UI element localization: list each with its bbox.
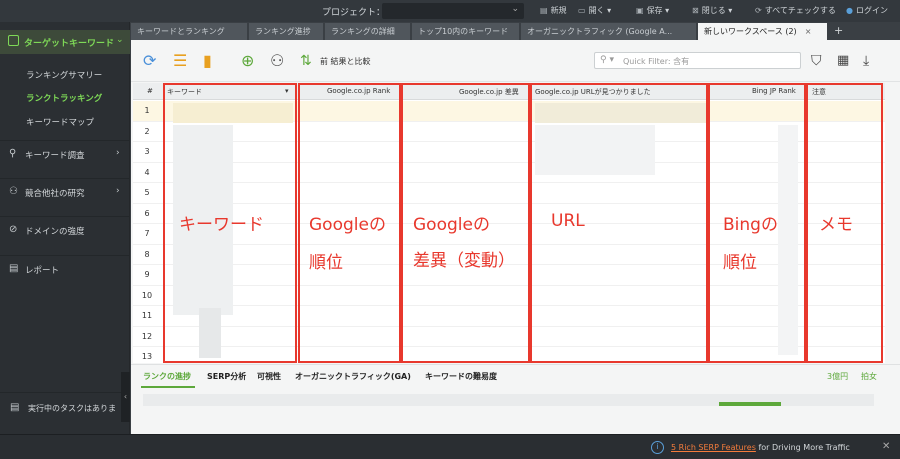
columns-icon[interactable]: ▦ — [837, 52, 849, 70]
login-button[interactable]: ● ログイン — [846, 5, 888, 16]
people-icon: ⚇ — [9, 186, 18, 197]
row-number: 4 — [144, 167, 150, 177]
refresh-icon[interactable]: ⟳ — [143, 52, 156, 70]
bottom-tabs: ランクの進捗 SERP分析 可視性 オーガニックトラフィック(GA) キーワード… — [131, 364, 900, 388]
btab-serp-analysis[interactable]: SERP分析 — [207, 371, 246, 382]
target-icon — [8, 35, 19, 46]
annotation-bing-text: Bingの — [723, 215, 778, 235]
sidebar-item-keyword-map[interactable]: キーワードマップ — [26, 116, 94, 128]
row-number: 9 — [144, 270, 150, 279]
compare-icon[interactable]: ⇅ — [300, 52, 312, 70]
list-icon[interactable]: ☰ — [173, 52, 187, 70]
bottom-right-label: 拍女 — [861, 372, 877, 381]
sidebar-item-domain-strength[interactable]: ⊘ ドメインの強度 — [0, 216, 130, 242]
sidebar-header-target-keywords[interactable]: ターゲットキーワード ⌄ — [0, 30, 130, 54]
new-file-icon: ▤ — [540, 6, 548, 15]
sidebar-item-competitor-research[interactable]: ⚇ 競合他社の研究 › — [0, 178, 130, 204]
annotation-google-rank-text: Googleの — [309, 215, 386, 235]
progress-fill — [719, 402, 781, 406]
row-number: 11 — [141, 311, 153, 320]
row-number: 6 — [144, 208, 150, 218]
row-number: 12 — [141, 331, 153, 341]
refresh-icon: ⟳ — [755, 6, 762, 15]
sidebar-item-rank-tracking[interactable]: ランクトラッキング — [26, 92, 102, 104]
row-number: 10 — [141, 290, 153, 300]
project-select[interactable]: ⌄ — [382, 3, 524, 19]
report-icon: ▤ — [9, 263, 19, 274]
annotation-keyword-text: キーワード — [179, 215, 264, 235]
bottom-right-value: 3億円 — [827, 372, 849, 381]
chevron-right-icon: › — [116, 186, 120, 196]
tab-organic-traffic[interactable]: オーガニックトラフィック (Google A... — [521, 23, 697, 40]
save-button[interactable]: ▣ 保存 ▾ — [636, 5, 669, 16]
close-icon: ⊠ — [692, 6, 699, 15]
sidebar-item-ranking-summary[interactable]: ランキングサマリー — [26, 69, 102, 81]
status-message: 5 Rich SERP Features for Driving More Tr… — [671, 443, 850, 452]
toolbar: ⟳ ☰ ▮ ⊕ ⚇ ⇅ 前 結果と比較 ⚲ ▾ Quick Filter: 含有… — [131, 40, 900, 82]
sidebar-item-reports[interactable]: ▤ レポート — [0, 255, 130, 281]
running-tasks[interactable]: ▤ 実行中のタスクはありま — [0, 392, 130, 422]
close-icon[interactable]: × — [805, 27, 812, 36]
close-button[interactable]: ⊠ 閉じる ▾ — [692, 5, 732, 16]
row-number: 13 — [141, 352, 153, 361]
new-button[interactable]: ▤ 新規 — [540, 5, 567, 16]
row-number: 5 — [144, 188, 150, 197]
add-icon[interactable]: ⊕ — [241, 52, 254, 70]
sidebar: ターゲットキーワード ⌄ ランキングサマリー ランクトラッキング キーワードマッ… — [0, 22, 130, 434]
tab-keywords-ranking[interactable]: キーワードとランキング — [131, 23, 248, 40]
row-number: 2 — [144, 126, 150, 136]
row-number: 7 — [144, 229, 150, 238]
btab-rank-progress[interactable]: ランクの進捗 — [143, 371, 191, 382]
btab-visibility[interactable]: 可視性 — [257, 371, 281, 382]
annotation-google-diff-text-2: 差異（変動） — [413, 251, 515, 271]
open-button[interactable]: ▭ 開く ▾ — [578, 5, 611, 16]
sidebar-collapse-handle[interactable]: ‹ — [121, 372, 130, 422]
chevron-down-icon: ⌄ — [511, 4, 519, 14]
bar-chart-icon[interactable]: ▮ — [203, 52, 212, 70]
project-label: プロジェクト： — [322, 8, 386, 18]
rich-serp-link[interactable]: 5 Rich SERP Features — [671, 443, 756, 452]
annotation-google-diff-text: Googleの — [413, 215, 490, 235]
folder-icon: ▭ — [578, 6, 586, 15]
search-icon: ⚲ — [9, 148, 17, 159]
top-bar: プロジェクト： ⌄ ▤ 新規 ▭ 開く ▾ ▣ 保存 ▾ ⊠ 閉じる ▾ ⟳ すべてチェッ… — [0, 0, 900, 22]
col-num: # — [147, 87, 153, 95]
main-panel: ⟳ ☰ ▮ ⊕ ⚇ ⇅ 前 結果と比較 ⚲ ▾ Quick Filter: 含有… — [131, 40, 900, 434]
row-number: 3 — [144, 147, 150, 156]
quick-filter-input[interactable]: ⚲ ▾ Quick Filter: 含有 — [594, 52, 801, 69]
users-icon[interactable]: ⚇ — [270, 52, 284, 70]
task-icon: ▤ — [10, 402, 20, 413]
annotation-url-text: URL — [551, 211, 585, 231]
ranking-grid: # キーワード ▾ Google.co.jp Rank Google.co.jp… — [133, 83, 885, 363]
search-icon: ⚲ ▾ — [600, 55, 614, 65]
download-icon[interactable]: ⤓ — [863, 52, 869, 70]
tab-ranking-progress[interactable]: ランキング進捗 — [249, 23, 324, 40]
chevron-right-icon: › — [116, 148, 120, 158]
filter-icon[interactable]: ⛉ — [811, 52, 822, 70]
tab-ranking-details[interactable]: ランキングの詳細 — [325, 23, 411, 40]
close-icon[interactable]: ✕ — [882, 441, 890, 452]
status-bar: i 5 Rich SERP Features for Driving More … — [0, 434, 900, 459]
workspace-tabs: キーワードとランキング ランキング進捗 ランキングの詳細 トップ10内のキーワー… — [131, 22, 900, 40]
save-icon: ▣ — [636, 6, 644, 15]
annotation-bing-text-2: 順位 — [723, 253, 757, 273]
sidebar-item-keyword-research[interactable]: ⚲ キーワード調査 › — [0, 140, 130, 166]
annotation-memo-text: メモ — [819, 215, 853, 235]
btab-keyword-difficulty[interactable]: キーワードの難易度 — [425, 371, 497, 382]
check-circle-icon: ⊘ — [9, 224, 18, 235]
tab-top10-keywords[interactable]: トップ10内のキーワード — [412, 23, 520, 40]
progress-panel — [143, 394, 874, 406]
compare-button[interactable]: 前 結果と比較 — [320, 56, 371, 67]
add-tab-icon[interactable]: + — [834, 24, 843, 37]
row-number: 8 — [144, 249, 150, 259]
check-all-button[interactable]: ⟳ すべてチェックする — [755, 5, 836, 16]
annotation-google-rank-text-2: 順位 — [309, 253, 343, 273]
info-icon: i — [651, 441, 664, 454]
active-tab-indicator — [141, 386, 195, 388]
chevron-down-icon: ⌄ — [116, 35, 124, 45]
tab-new-workspace[interactable]: 新しいワークスペース (2) × — [698, 23, 828, 40]
user-icon: ● — [846, 6, 853, 15]
row-number: 1 — [144, 106, 150, 115]
btab-organic-traffic[interactable]: オーガニックトラフィック(GA) — [295, 371, 411, 382]
